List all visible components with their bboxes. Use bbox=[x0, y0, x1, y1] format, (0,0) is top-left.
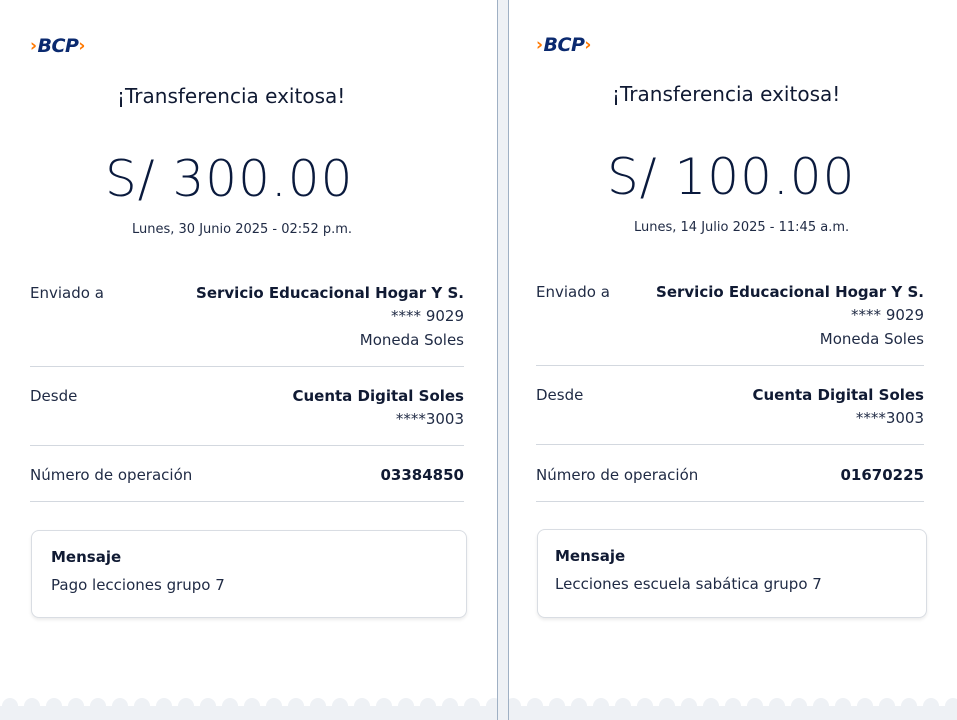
recipient-account: **** 9029 bbox=[391, 307, 464, 325]
bcp-logo: › BCP › bbox=[30, 35, 85, 57]
message-text: Pago lecciones grupo 7 bbox=[51, 576, 225, 594]
recipient-account: **** 9029 bbox=[851, 306, 924, 324]
transfer-receipt-1: › BCP › ¡Transferencia exitosa! S/ 300.00 … bbox=[0, 0, 497, 720]
section-divider bbox=[30, 445, 464, 446]
transfer-datetime: Lunes, 14 Julio 2025 - 11:45 a.m. bbox=[634, 220, 850, 235]
receipt-edge-decoration bbox=[0, 698, 497, 720]
section-divider bbox=[536, 365, 924, 366]
receipt-edge-decoration bbox=[509, 698, 957, 720]
message-label: Mensaje bbox=[51, 548, 122, 566]
operation-label: Número de operación bbox=[536, 466, 699, 484]
recipient-name: Servicio Educacional Hogar Y S. bbox=[196, 284, 464, 302]
transfer-amount: S/ 300.00 bbox=[105, 150, 354, 208]
brand-name: BCP bbox=[543, 34, 585, 56]
from-label: Desde bbox=[536, 386, 584, 404]
transfer-amount: S/ 100.00 bbox=[607, 148, 856, 206]
transfer-receipt-2: › BCP › ¡Transferencia exitosa! S/ 100.00 … bbox=[509, 0, 957, 720]
operation-number: 03384850 bbox=[380, 466, 465, 484]
source-account-number: ****3003 bbox=[395, 410, 464, 428]
chevron-right-icon: › bbox=[78, 36, 85, 56]
source-account-name: Cuenta Digital Soles bbox=[752, 386, 924, 404]
from-label: Desde bbox=[30, 387, 78, 405]
receipt-border-left bbox=[497, 0, 498, 720]
message-text: Lecciones escuela sabática grupo 7 bbox=[555, 575, 822, 593]
message-card: Mensaje Pago lecciones grupo 7 bbox=[31, 530, 467, 618]
chevron-right-icon: › bbox=[536, 35, 543, 55]
brand-name: BCP bbox=[37, 35, 79, 57]
operation-label: Número de operación bbox=[30, 466, 193, 484]
sent-to-label: Enviado a bbox=[30, 284, 104, 302]
operation-number: 01670225 bbox=[840, 466, 925, 484]
section-divider bbox=[536, 444, 924, 445]
recipient-name: Servicio Educacional Hogar Y S. bbox=[656, 283, 924, 301]
recipient-currency: Moneda Soles bbox=[359, 331, 464, 349]
section-divider bbox=[30, 501, 464, 502]
chevron-right-icon: › bbox=[584, 35, 591, 55]
chevron-right-icon: › bbox=[30, 36, 37, 56]
bcp-logo: › BCP › bbox=[536, 34, 591, 56]
recipient-currency: Moneda Soles bbox=[819, 330, 924, 348]
source-account-name: Cuenta Digital Soles bbox=[292, 387, 464, 405]
sent-to-label: Enviado a bbox=[536, 283, 610, 301]
page-title: ¡Transferencia exitosa! bbox=[612, 82, 841, 106]
section-divider bbox=[536, 501, 924, 502]
source-account-number: ****3003 bbox=[855, 409, 924, 427]
transfer-datetime: Lunes, 30 Junio 2025 - 02:52 p.m. bbox=[132, 222, 353, 237]
message-label: Mensaje bbox=[555, 547, 626, 565]
section-divider bbox=[30, 366, 464, 367]
message-card: Mensaje Lecciones escuela sabática grupo… bbox=[537, 529, 927, 618]
page-title: ¡Transferencia exitosa! bbox=[117, 84, 346, 108]
